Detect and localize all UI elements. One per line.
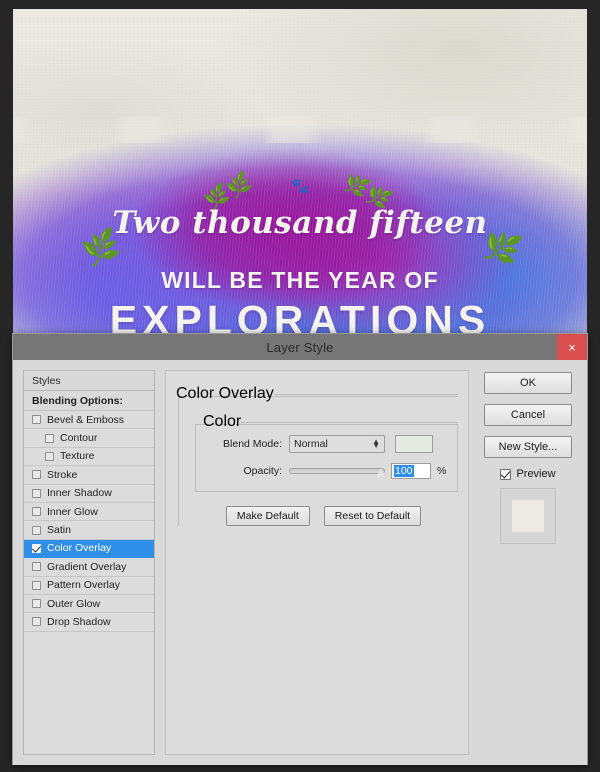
effect-checkbox-icon[interactable] xyxy=(32,599,41,609)
document-canvas[interactable]: 🐾 🌿🌿 🌿🌿 🌿 🌿 Two thousand fifteen WILL BE… xyxy=(13,9,587,349)
opacity-label: Opacity: xyxy=(243,465,282,477)
opacity-input[interactable]: 100 xyxy=(391,463,431,479)
preview-label: Preview xyxy=(516,468,556,480)
blend-mode-label: Blend Mode: xyxy=(223,438,282,450)
effect-checkbox-icon[interactable] xyxy=(32,488,41,498)
effect-row-stroke[interactable]: Stroke xyxy=(24,466,154,485)
effect-row-drop-shadow[interactable]: Drop Shadow xyxy=(24,613,154,632)
effect-checkbox-icon[interactable] xyxy=(45,433,54,443)
dialog-titlebar[interactable]: Layer Style × xyxy=(13,334,587,360)
preview-thumbnail-swatch xyxy=(512,500,544,532)
dialog-body: Styles Blending Options: Default Bevel &… xyxy=(13,360,587,765)
effect-row-inner-glow[interactable]: Inner Glow xyxy=(24,502,154,522)
chevron-updown-icon: ▲ ▼ xyxy=(372,436,380,450)
settings-panel: Color Overlay Color Blend Mode: Normal ▲… xyxy=(165,370,469,755)
effect-row-color-overlay[interactable]: Color Overlay xyxy=(24,539,154,559)
artwork-script-text: Two thousand fifteen xyxy=(112,205,488,241)
subgroup-divider xyxy=(241,421,458,423)
blend-mode-value: Normal xyxy=(294,438,328,450)
effect-label: Stroke xyxy=(47,468,78,481)
slider-handle[interactable] xyxy=(376,468,386,477)
effects-list: Bevel & Emboss Contour Texture Stroke Inner … xyxy=(24,411,154,632)
opacity-slider[interactable] xyxy=(289,464,386,478)
effect-label: Inner Glow xyxy=(47,505,98,518)
effect-checkbox-icon[interactable] xyxy=(32,617,41,627)
effect-checkbox-icon[interactable] xyxy=(32,525,41,535)
dialog-actions: OK Cancel New Style... Preview xyxy=(479,370,577,755)
dialog-title: Layer Style xyxy=(266,339,334,355)
preview-toggle[interactable]: Preview xyxy=(479,468,577,480)
ok-button[interactable]: OK xyxy=(484,372,572,394)
blending-options-row[interactable]: Blending Options: Default xyxy=(24,391,154,427)
cancel-button[interactable]: Cancel xyxy=(484,404,572,426)
effect-label: Contour xyxy=(60,432,98,445)
watercolor-top-edge xyxy=(13,117,587,143)
effect-row-pattern-overlay[interactable]: Pattern Overlay xyxy=(24,576,154,595)
opacity-row: Opacity: 100 % xyxy=(206,463,447,479)
layer-style-dialog: Layer Style × Styles Blending Options: D… xyxy=(12,333,588,765)
effect-label: Inner Shadow xyxy=(47,487,112,500)
color-overlay-frame: Color Blend Mode: Normal ▲ ▼ Opacity: 10… xyxy=(178,396,458,526)
blend-mode-select[interactable]: Normal ▲ ▼ xyxy=(289,435,385,453)
effect-checkbox-icon[interactable] xyxy=(32,507,41,517)
app-root: 🐾 🌿🌿 🌿🌿 🌿 🌿 Two thousand fifteen WILL BE… xyxy=(0,0,600,772)
new-style-button[interactable]: New Style... xyxy=(484,436,572,458)
effect-checkbox-icon[interactable] xyxy=(32,580,41,590)
effect-row-gradient-overlay[interactable]: Gradient Overlay xyxy=(24,558,154,577)
effect-checkbox-icon[interactable] xyxy=(32,415,41,425)
effect-checkbox-icon[interactable] xyxy=(32,543,41,553)
effect-label: Satin xyxy=(47,524,71,537)
effect-label: Drop Shadow xyxy=(47,615,111,628)
opacity-unit: % xyxy=(437,465,447,477)
styles-list-filler xyxy=(24,631,154,754)
effect-label: Pattern Overlay xyxy=(47,579,120,592)
effect-row-outer-glow[interactable]: Outer Glow xyxy=(24,594,154,614)
effect-label: Texture xyxy=(60,450,95,463)
preview-thumbnail xyxy=(500,488,556,544)
effect-checkbox-icon[interactable] xyxy=(45,451,54,461)
paw-icon: 🐾 xyxy=(290,178,310,195)
effect-row-satin[interactable]: Satin xyxy=(24,521,154,540)
slider-track xyxy=(289,468,385,474)
effect-row-texture[interactable]: Texture xyxy=(24,447,154,467)
color-swatch[interactable] xyxy=(395,435,433,453)
color-subgroup-frame: Blend Mode: Normal ▲ ▼ Opacity: 100 % xyxy=(195,424,458,492)
effect-label: Outer Glow xyxy=(47,597,101,610)
color-overlay-group: Color Overlay Color Blend Mode: Normal ▲… xyxy=(176,385,458,526)
group-divider xyxy=(273,393,458,395)
effect-row-inner-shadow[interactable]: Inner Shadow xyxy=(24,484,154,503)
effect-row-bevel-emboss[interactable]: Bevel & Emboss xyxy=(24,411,154,430)
reset-to-default-button[interactable]: Reset to Default xyxy=(323,506,422,526)
color-subgroup: Color Blend Mode: Normal ▲ ▼ Opacity: 10… xyxy=(195,413,458,492)
effect-checkbox-icon[interactable] xyxy=(32,470,41,480)
default-buttons-row: Make Default Reset to Default xyxy=(189,506,458,526)
blend-mode-row: Blend Mode: Normal ▲ ▼ xyxy=(206,435,447,453)
effect-label: Color Overlay xyxy=(47,542,112,555)
preview-checkbox-icon[interactable] xyxy=(500,468,512,480)
close-icon[interactable]: × xyxy=(557,334,587,360)
effect-label: Gradient Overlay xyxy=(47,560,127,573)
styles-panel: Styles Blending Options: Default Bevel &… xyxy=(23,370,155,755)
effect-label: Bevel & Emboss xyxy=(47,413,125,426)
effect-checkbox-icon[interactable] xyxy=(32,562,41,572)
group-title-color-overlay: Color Overlay xyxy=(176,385,274,402)
styles-header: Styles xyxy=(24,371,154,391)
artwork-subtitle-text: WILL BE THE YEAR OF xyxy=(161,267,439,293)
subgroup-title-color: Color xyxy=(203,413,242,430)
make-default-button[interactable]: Make Default xyxy=(225,506,310,526)
effect-row-contour[interactable]: Contour xyxy=(24,429,154,448)
opacity-value: 100 xyxy=(394,465,414,477)
